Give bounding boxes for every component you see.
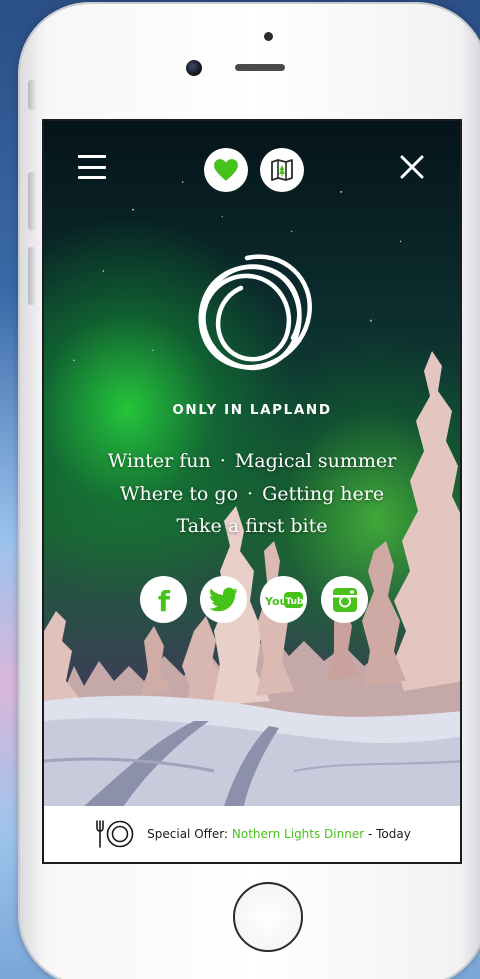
hamburger-line [78,176,106,179]
mute-switch [28,80,36,110]
volume-down-button [28,247,36,305]
home-button[interactable] [233,882,303,952]
volume-up-button [28,172,36,230]
phone-screen: ONLY IN LAPLAND Winter fun · Magical summe… [42,119,462,864]
special-offer-bar[interactable]: Special Offer: Nothern Lights Dinner - T… [44,806,460,862]
hamburger-line [78,165,106,169]
nav-item-magical-summer[interactable]: Magical summer [235,450,396,472]
close-icon [400,155,424,179]
offer-suffix: - Today [364,827,411,841]
nav-separator: · [219,450,226,472]
twitter-icon [208,587,238,611]
svg-text:You: You [265,595,287,608]
dinner-plate-icon [93,818,135,850]
hamburger-icon [78,155,106,158]
favorites-button[interactable] [204,148,248,192]
menu-button[interactable] [76,151,108,183]
instagram-icon [332,587,357,612]
youtube-button[interactable]: You Tube [260,576,307,623]
offer-prefix: Special Offer: [147,827,232,841]
offer-title[interactable]: Nothern Lights Dinner [232,827,364,841]
nav-item-getting-here[interactable]: Getting here [262,483,384,505]
svg-text:Tube: Tube [285,597,303,607]
svg-text:f: f [157,585,170,615]
nav-separator: · [247,483,254,505]
nav-row-3: Take a first bite [44,515,460,537]
map-button[interactable] [260,148,304,192]
nav-row-2: Where to go · Getting here [44,483,460,505]
map-icon [271,159,293,181]
lapland-knot-logo [198,254,312,371]
instagram-button[interactable] [321,576,368,623]
twitter-button[interactable] [200,576,247,623]
facebook-icon: f [157,585,170,615]
front-camera [186,60,202,76]
nav-item-take-a-first-bite[interactable]: Take a first bite [177,515,328,537]
nav-item-winter-fun[interactable]: Winter fun [108,450,211,472]
heart-icon [214,159,238,181]
close-button[interactable] [396,151,428,183]
nav-row-1: Winter fun · Magical summer [44,450,460,472]
brand-name: ONLY IN LAPLAND [172,402,332,418]
youtube-icon: You Tube [265,591,303,608]
proximity-sensor [264,32,273,41]
facebook-button[interactable]: f [140,576,187,623]
nav-item-where-to-go[interactable]: Where to go [120,483,238,505]
earpiece-speaker [235,64,285,71]
